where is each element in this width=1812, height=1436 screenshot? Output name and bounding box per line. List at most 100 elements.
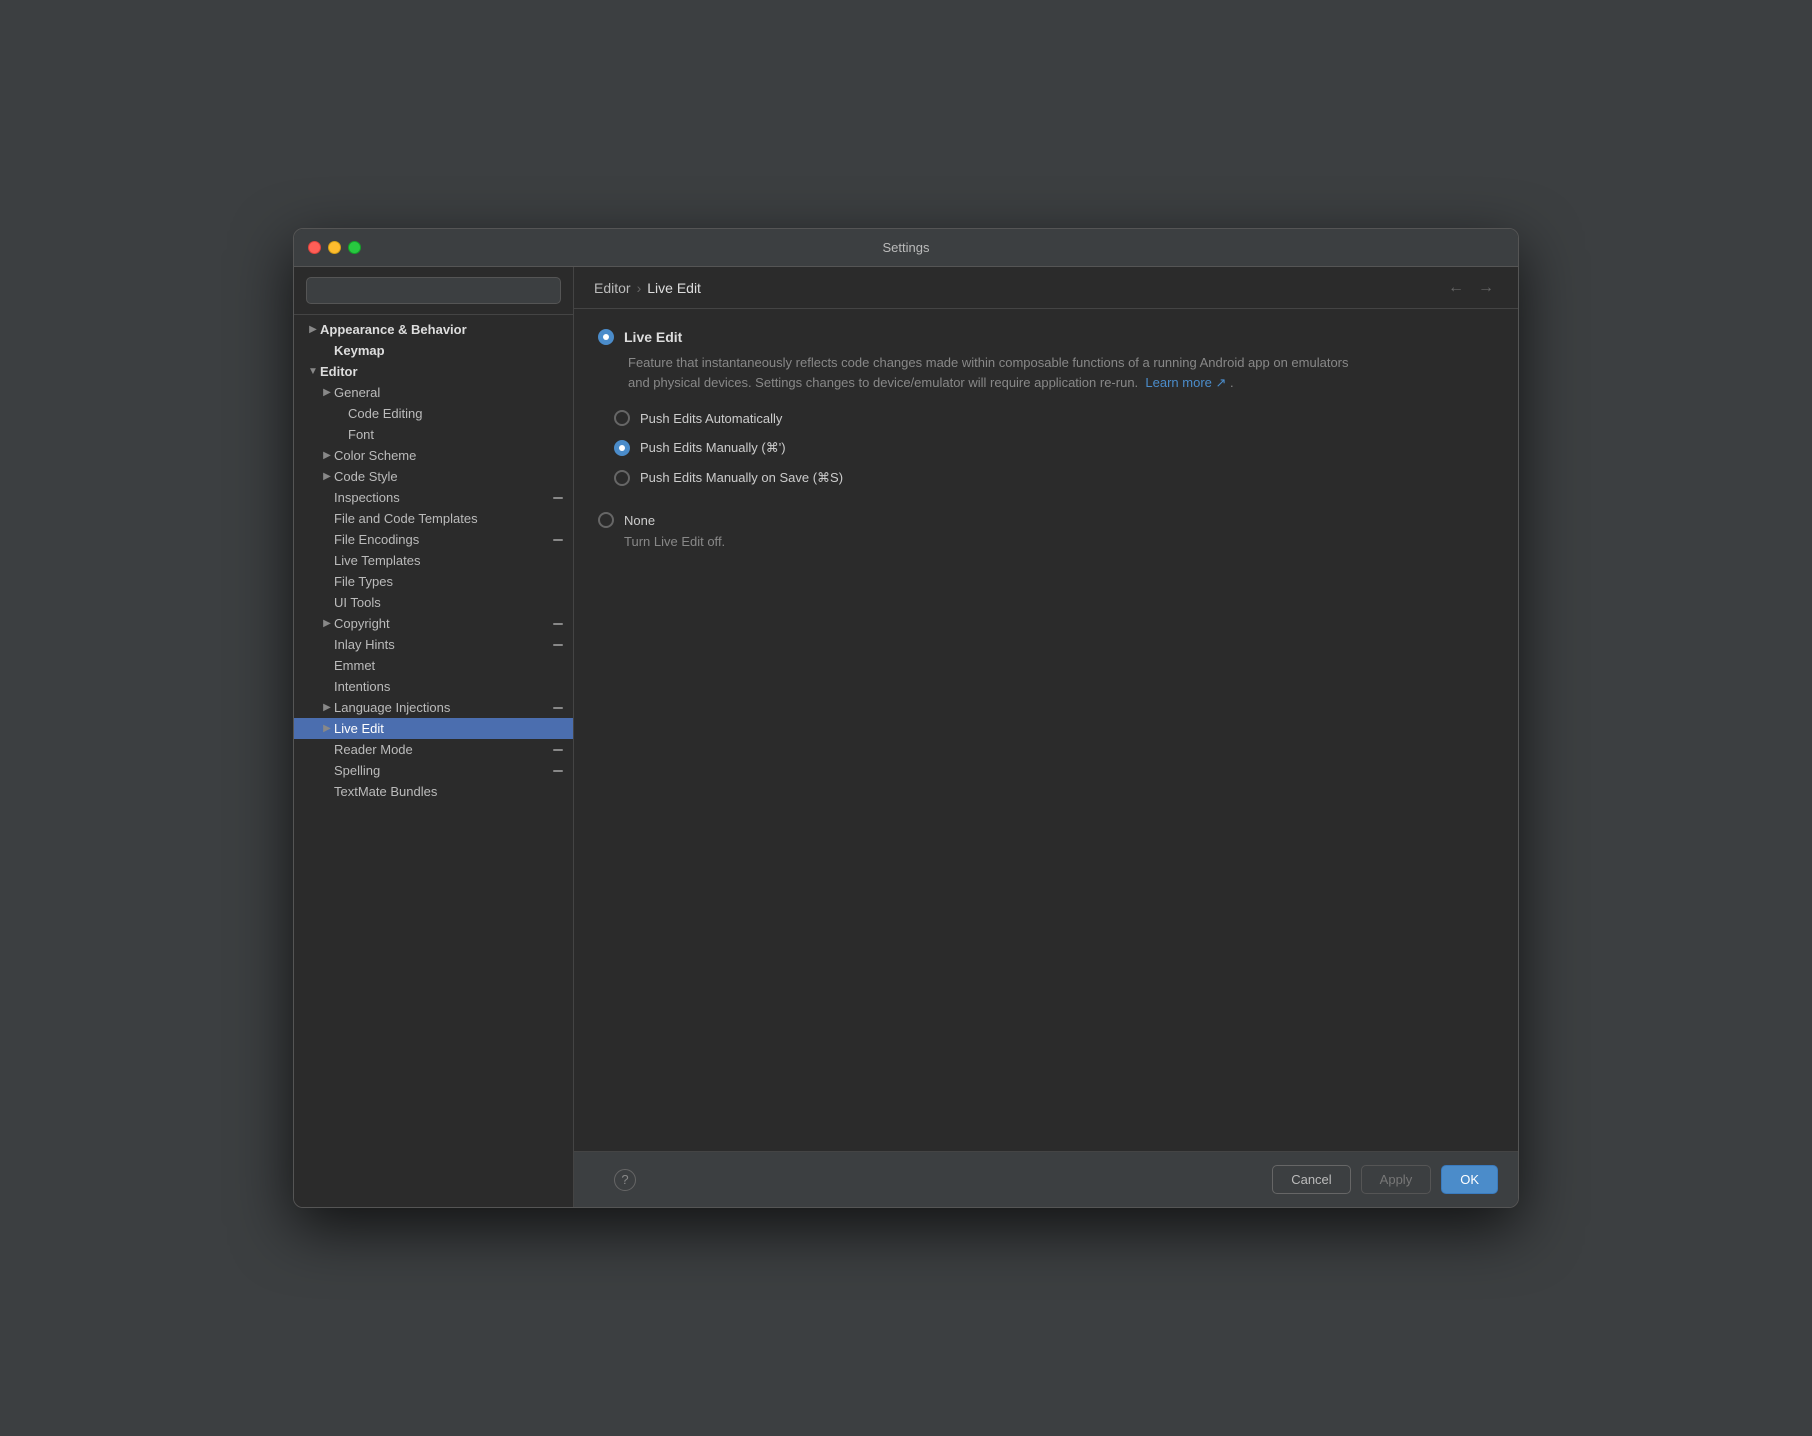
radio-none[interactable] <box>598 512 614 528</box>
sidebar-item-appearance-behavior[interactable]: ▶ Appearance & Behavior <box>294 319 573 340</box>
right-panel: Editor › Live Edit ← → Live Edit <box>574 267 1518 1207</box>
sidebar-item-code-style[interactable]: ▶ Code Style <box>294 466 573 487</box>
search-container: 🔍 <box>294 267 573 315</box>
arrow-icon: ▶ <box>306 324 320 335</box>
arrow-icon: ▶ <box>320 723 334 734</box>
sidebar-item-label: Font <box>348 427 565 442</box>
sidebar-item-label: File Encodings <box>334 532 547 547</box>
breadcrumb: Editor › Live Edit <box>594 280 701 296</box>
sidebar: 🔍 ▶ Appearance & Behavior Keymap ▼ <box>294 267 574 1207</box>
sidebar-item-live-edit[interactable]: ▶ Live Edit <box>294 718 573 739</box>
main-content: 🔍 ▶ Appearance & Behavior Keymap ▼ <box>294 267 1518 1207</box>
sidebar-item-copyright[interactable]: ▶ Copyright <box>294 613 573 634</box>
arrow-icon: ▶ <box>320 387 334 398</box>
learn-more-link[interactable]: Learn more ↗ <box>1145 375 1226 390</box>
arrow-icon: ▶ <box>320 450 334 461</box>
breadcrumb-parent: Editor <box>594 280 631 296</box>
live-edit-section: Live Edit Feature that instantaneously r… <box>598 329 1494 488</box>
radio-label-push-manually: Push Edits Manually (⌘') <box>640 440 786 456</box>
sidebar-item-file-types[interactable]: File Types <box>294 571 573 592</box>
none-row: None <box>598 512 1494 528</box>
help-button[interactable]: ? <box>614 1169 636 1191</box>
sidebar-item-label: Reader Mode <box>334 742 547 757</box>
arrow-icon: ▶ <box>320 618 334 629</box>
partial-icon <box>551 764 565 778</box>
sidebar-item-language-injections[interactable]: ▶ Language Injections <box>294 697 573 718</box>
sidebar-item-label: General <box>334 385 565 400</box>
arrow-icon: ▼ <box>306 366 320 377</box>
sidebar-item-inlay-hints[interactable]: Inlay Hints <box>294 634 573 655</box>
live-edit-title: Live Edit <box>624 329 682 345</box>
back-arrow[interactable]: ← <box>1444 277 1468 299</box>
maximize-button[interactable] <box>348 241 361 254</box>
radio-push-manually[interactable] <box>614 440 630 456</box>
none-section: None Turn Live Edit off. <box>598 512 1494 549</box>
radio-push-save[interactable] <box>614 470 630 486</box>
sidebar-item-label: Editor <box>320 364 565 379</box>
none-label: None <box>624 513 655 528</box>
apply-button[interactable]: Apply <box>1361 1165 1432 1194</box>
radio-row-push-auto: Push Edits Automatically <box>614 408 1494 428</box>
partial-icon <box>551 617 565 631</box>
sidebar-item-live-templates[interactable]: Live Templates <box>294 550 573 571</box>
close-button[interactable] <box>308 241 321 254</box>
sidebar-item-label: TextMate Bundles <box>334 784 565 799</box>
sidebar-item-label: Color Scheme <box>334 448 565 463</box>
minimize-button[interactable] <box>328 241 341 254</box>
sidebar-item-label: Copyright <box>334 616 547 631</box>
live-edit-radio[interactable] <box>598 329 614 345</box>
radio-push-auto[interactable] <box>614 410 630 426</box>
radio-label-push-auto: Push Edits Automatically <box>640 411 782 426</box>
partial-icon <box>551 533 565 547</box>
radio-group: Push Edits Automatically Push Edits Manu… <box>614 408 1494 488</box>
breadcrumb-current: Live Edit <box>647 280 701 296</box>
sidebar-item-label: Appearance & Behavior <box>320 322 565 337</box>
sidebar-item-textmate-bundles[interactable]: TextMate Bundles <box>294 781 573 802</box>
partial-icon <box>551 701 565 715</box>
search-input[interactable] <box>306 277 561 304</box>
sidebar-item-label: Code Style <box>334 469 565 484</box>
cancel-button[interactable]: Cancel <box>1272 1165 1350 1194</box>
traffic-lights <box>308 241 361 254</box>
sidebar-item-label: Inlay Hints <box>334 637 547 652</box>
partial-icon <box>551 743 565 757</box>
sidebar-item-label: Intentions <box>334 679 565 694</box>
sidebar-item-label: Emmet <box>334 658 565 673</box>
forward-arrow[interactable]: → <box>1474 277 1498 299</box>
titlebar: Settings <box>294 229 1518 267</box>
radio-label-push-save: Push Edits Manually on Save (⌘S) <box>640 470 843 486</box>
panel-header: Editor › Live Edit ← → <box>574 267 1518 309</box>
sidebar-item-font[interactable]: Font <box>294 424 573 445</box>
panel-body: Live Edit Feature that instantaneously r… <box>574 309 1518 1151</box>
sidebar-item-code-editing[interactable]: Code Editing <box>294 403 573 424</box>
sidebar-item-reader-mode[interactable]: Reader Mode <box>294 739 573 760</box>
partial-icon <box>551 638 565 652</box>
sidebar-item-keymap[interactable]: Keymap <box>294 340 573 361</box>
sidebar-item-intentions[interactable]: Intentions <box>294 676 573 697</box>
sidebar-item-file-encodings[interactable]: File Encodings <box>294 529 573 550</box>
ok-button[interactable]: OK <box>1441 1165 1498 1194</box>
settings-window: Settings 🔍 ▶ Appearance & Behavior <box>293 228 1519 1208</box>
sidebar-item-file-code-templates[interactable]: File and Code Templates <box>294 508 573 529</box>
sidebar-item-spelling[interactable]: Spelling <box>294 760 573 781</box>
sidebar-item-emmet[interactable]: Emmet <box>294 655 573 676</box>
sidebar-item-editor[interactable]: ▼ Editor <box>294 361 573 382</box>
live-edit-description: Feature that instantaneously reflects co… <box>628 353 1368 392</box>
sidebar-item-label: Live Templates <box>334 553 565 568</box>
arrow-icon: ▶ <box>320 471 334 482</box>
sidebar-item-color-scheme[interactable]: ▶ Color Scheme <box>294 445 573 466</box>
radio-row-push-save: Push Edits Manually on Save (⌘S) <box>614 468 1494 488</box>
radio-row-push-manually: Push Edits Manually (⌘') <box>614 438 1494 458</box>
sidebar-item-label: UI Tools <box>334 595 565 610</box>
sidebar-item-label: Spelling <box>334 763 547 778</box>
sidebar-item-label: Keymap <box>334 343 565 358</box>
sidebar-item-ui-tools[interactable]: UI Tools <box>294 592 573 613</box>
search-wrapper: 🔍 <box>306 277 561 304</box>
sidebar-item-label: File Types <box>334 574 565 589</box>
sidebar-item-inspections[interactable]: Inspections <box>294 487 573 508</box>
main-option-row: Live Edit <box>598 329 1494 345</box>
sidebar-tree: ▶ Appearance & Behavior Keymap ▼ Editor … <box>294 315 573 1207</box>
sidebar-item-general[interactable]: ▶ General <box>294 382 573 403</box>
breadcrumb-separator: › <box>637 280 642 296</box>
window-title: Settings <box>883 240 930 255</box>
